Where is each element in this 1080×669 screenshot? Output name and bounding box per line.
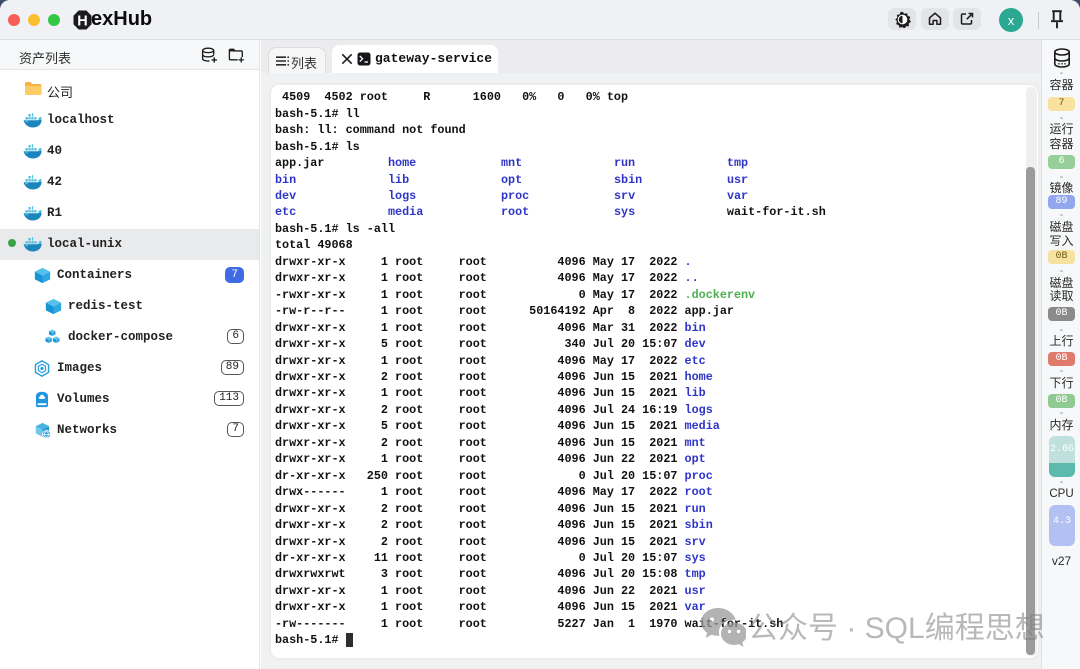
svg-text:H: H [77, 14, 87, 30]
